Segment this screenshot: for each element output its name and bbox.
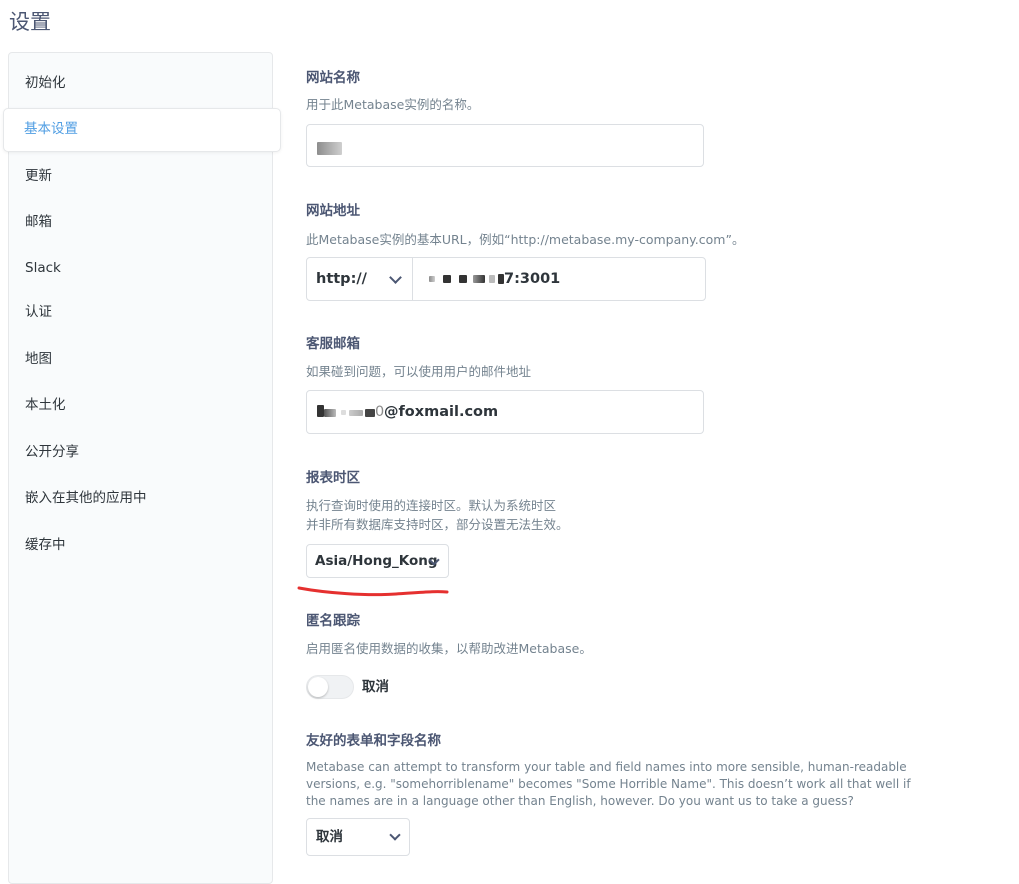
url-scheme-select[interactable]: http:// [307,258,413,300]
sidebar-item-public-sharing[interactable]: 公开分享 [25,442,79,462]
annotation-underline [297,586,449,597]
chevron-down-icon [389,829,401,841]
redacted-text [459,275,467,283]
friendly-names-description-1: Metabase can attempt to transform your t… [306,760,907,774]
redacted-text [341,410,346,415]
redacted-text [473,275,485,283]
settings-sidebar: 初始化 更新 邮箱 Slack 认证 地图 本土化 公开分享 嵌入在其他的应用中… [8,52,273,884]
sidebar-item-updates[interactable]: 更新 [25,166,52,186]
toggle-knob [308,677,328,697]
redacted-text [365,409,375,417]
chevron-down-icon [389,271,402,284]
anonymous-tracking-toggle-label: 取消 [362,679,389,695]
admin-email-title: 客服邮箱 [306,336,360,352]
friendly-names-value: 取消 [316,829,343,845]
admin-email-input[interactable]: 0 @foxmail.com [306,390,704,434]
report-timezone-description-1: 执行查询时使用的连接时区。默认为系统时区 [306,498,557,513]
site-url-title: 网站地址 [306,203,360,219]
admin-email-value: @foxmail.com [384,404,499,420]
site-url-input[interactable]: 7:3001 [413,258,705,300]
sidebar-item-authentication[interactable]: 认证 [25,302,52,322]
redacted-text [429,276,435,282]
friendly-names-description-2: versions, e.g. "somehorriblename" become… [306,777,911,791]
site-name-description: 用于此Metabase实例的名称。 [306,97,480,112]
url-scheme-value: http:// [316,271,367,287]
friendly-names-title: 友好的表单和字段名称 [306,733,441,749]
sidebar-item-embedding[interactable]: 嵌入在其他的应用中 [25,488,147,508]
report-timezone-description-2: 并非所有数据库支持时区，部分设置无法生效。 [306,517,569,532]
redacted-text [349,410,363,416]
site-url-field: http:// 7:3001 [306,257,706,301]
friendly-names-description-3: the names are in a language other than E… [306,794,854,808]
redacted-text [317,405,324,417]
report-timezone-value: Asia/Hong_Kong [315,553,438,569]
sidebar-item-slack[interactable]: Slack [25,258,61,278]
site-url-value: 7:3001 [504,271,561,287]
friendly-names-select[interactable]: 取消 [306,818,410,856]
sidebar-item-maps[interactable]: 地图 [25,349,52,369]
report-timezone-select[interactable]: Asia/Hong_Kong [306,544,449,578]
site-name-title: 网站名称 [306,70,360,86]
redacted-text [324,409,336,417]
redacted-text [443,275,451,283]
admin-email-description: 如果碰到问题，可以使用用户的邮件地址 [306,364,532,379]
anonymous-tracking-description: 启用匿名使用数据的收集，以帮助改进Metabase。 [306,641,592,656]
site-url-description: 此Metabase实例的基本URL，例如“http://metabase.my-… [306,232,745,247]
page-title: 设置 [9,10,51,34]
anonymous-tracking-toggle[interactable] [306,675,354,699]
redacted-text [489,275,495,283]
sidebar-item-general-label: 基本设置 [24,121,78,137]
site-name-input[interactable] [306,124,704,167]
sidebar-item-email[interactable]: 邮箱 [25,212,52,232]
sidebar-item-caching[interactable]: 缓存中 [25,535,66,555]
redacted-text [317,142,342,155]
sidebar-item-setup[interactable]: 初始化 [25,73,66,93]
report-timezone-title: 报表时区 [306,470,360,486]
anonymous-tracking-title: 匿名跟踪 [306,613,360,629]
sidebar-item-localization[interactable]: 本土化 [25,395,66,415]
admin-email-partial: 0 [375,404,385,420]
